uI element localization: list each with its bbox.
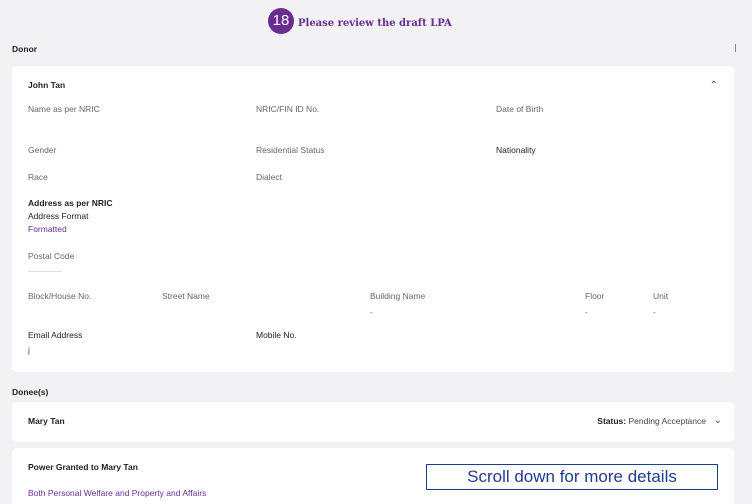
unit-label: Unit [653,291,669,301]
race-label: Race [28,172,48,182]
donor-card: John Tan ⌃ Name as per NRIC NRIC/FIN ID … [12,66,734,372]
donees-section-label: Donee(s) [12,387,49,397]
name-nric-label: Name as per NRIC [28,104,100,114]
donor-section-label: Donor [12,44,38,54]
status-value: Pending Acceptance [628,416,706,426]
donor-name: John Tan [28,80,66,90]
chevron-up-icon[interactable]: ⌃ [710,81,718,91]
address-format-value: Formatted [28,224,67,234]
nationality-label: Nationality [496,145,536,155]
email-label: Email Address [28,330,83,340]
power-value: Both Personal Welfare and Property and A… [28,488,207,498]
floor-value: - [585,307,588,317]
donee-status: Status: Pending Acceptance [597,416,706,426]
dialect-label: Dialect [256,172,282,182]
unit-value: - [653,307,656,317]
gender-label: Gender [28,145,57,155]
step-title: Please review the draft LPA [298,18,452,29]
scroll-edge-mark [735,44,736,52]
scroll-hint-callout: Scroll down for more details [426,464,718,490]
email-value: j [28,345,30,355]
chevron-down-icon[interactable]: ⌄ [714,416,722,426]
donee-card[interactable]: Mary Tan Status: Pending Acceptance ⌄ [12,402,734,442]
power-title: Power Granted to Mary Tan [28,462,138,472]
floor-label: Floor [585,291,605,301]
block-label: Block/House No. [28,291,92,301]
postal-code-label: Postal Code [28,251,75,261]
status-label: Status: [597,416,627,426]
step-header: 18 Please review the draft LPA [0,6,752,34]
street-label: Street Name [162,291,210,301]
address-nric-label: Address as per NRIC [28,198,113,208]
address-format-label: Address Format [28,211,89,221]
building-value: - [370,307,373,317]
building-label: Building Name [370,291,426,301]
residential-status-label: Residential Status [256,145,325,155]
mobile-label: Mobile No. [256,330,297,340]
postal-code-underline [28,271,62,272]
nric-id-label: NRIC/FIN ID No. [256,104,320,114]
step-number-badge: 18 [268,8,294,34]
dob-label: Date of Birth [496,104,544,114]
donee-name: Mary Tan [28,416,65,426]
